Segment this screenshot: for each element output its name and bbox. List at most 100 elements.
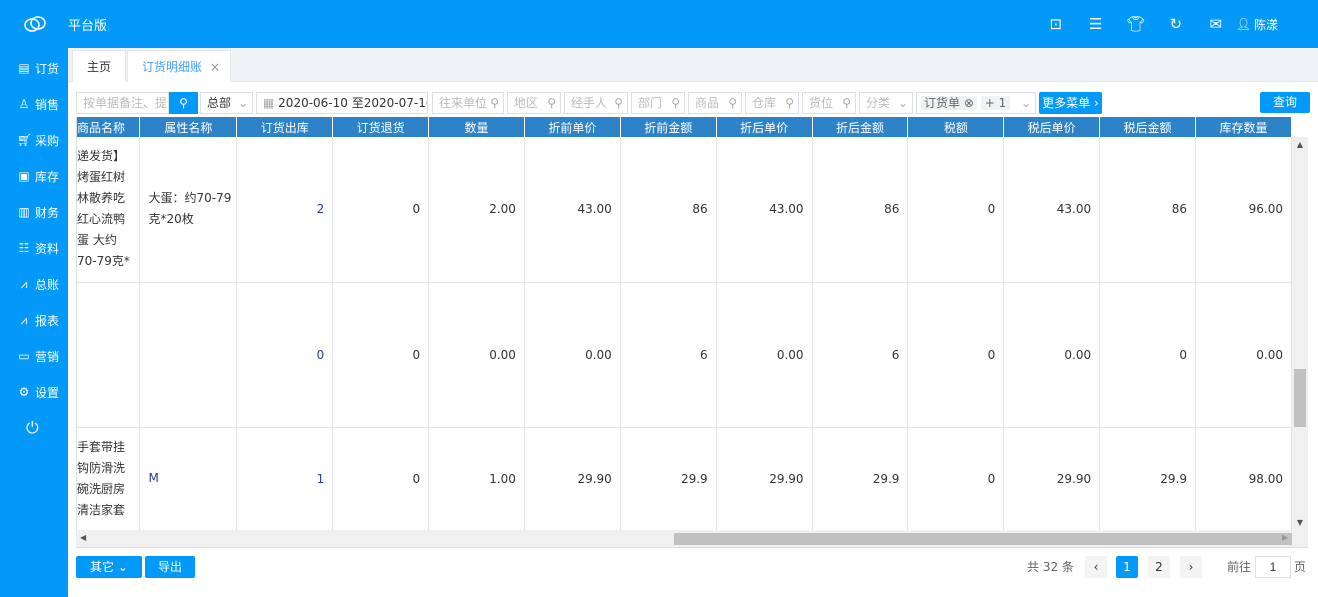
sidebar-item-7[interactable]: ⩘ 报表 [0,302,68,338]
menu-icon[interactable]: ☰ [1076,15,1116,33]
scroll-thumb [674,533,1292,545]
horizontal-scrollbar[interactable]: ◀ ▶ [76,530,1308,548]
column-header[interactable]: 订货出库 [236,117,334,137]
column-header[interactable]: 库存数量 [1195,117,1292,137]
table-cell: 0.00 [1003,282,1101,428]
column-header[interactable]: 商品名称 [77,117,141,137]
column-header[interactable]: 属性名称 [139,117,238,137]
sidebar-item-4[interactable]: ▥ 财务 [0,194,68,230]
other-button[interactable]: 其它 ⌄ [76,556,142,578]
table-cell: 0 [907,137,1005,283]
column-header[interactable]: 税后金额 [1099,117,1196,137]
scroll-thumb [1294,369,1306,427]
location-input[interactable]: 货位 ⚲ [802,92,856,114]
partner-input[interactable]: 往来单位 ⚲ [432,92,504,114]
table-cell: 0 [236,282,334,428]
table-cell: 0 [907,427,1005,530]
search-icon: ⚲ [671,96,680,110]
search-input[interactable]: 按单据备注、提 [76,92,169,114]
table-cell: 0 [907,282,1005,428]
column-header[interactable]: 折后单价 [716,117,813,137]
table-cell: 29.90 [716,427,813,530]
page-input[interactable] [1255,556,1291,578]
tab-home[interactable]: 主页 [72,50,127,82]
table-cell: 29.90 [1003,427,1101,530]
gear-icon: ⚙ [18,385,30,399]
search-icon: ⚲ [728,96,737,110]
prev-page-button[interactable]: ‹ [1085,556,1107,578]
sidebar-item-3[interactable]: ▣ 库存 [0,158,68,194]
column-header[interactable]: 折前单价 [524,117,621,137]
next-page-button[interactable]: › [1180,556,1202,578]
chevron-down-icon: ⌄ [237,96,248,110]
sidebar-item-label: 财务 [35,205,60,220]
dept-input[interactable]: 部门 ⚲ [631,92,685,114]
power-button[interactable]: ⏻ [0,410,68,446]
close-icon[interactable]: × [210,60,220,74]
column-header[interactable]: 税后单价 [1003,117,1101,137]
table-cell: 96.00 [1195,137,1292,283]
table-cell: 0.00 [716,282,813,428]
column-header[interactable]: 订货退货 [332,117,430,137]
shirt-icon[interactable]: 👕︎ [1116,15,1156,33]
table-cell: 86 [1099,137,1196,283]
tag-close-icon[interactable]: ⊗ [964,96,974,110]
table-cell: 43.00 [716,137,813,283]
sidebar-item-8[interactable]: ▭ 营销 [0,338,68,374]
sidebar-item-9[interactable]: ⚙ 设置 [0,374,68,410]
clipboard-icon: ▤ [18,61,30,75]
cloud-logo-icon [24,16,46,32]
warehouse-input[interactable]: 仓库 ⚲ [745,92,799,114]
contacts-icon: ☷ [18,241,30,255]
search-icon: ⚲ [490,96,499,110]
user-menu[interactable]: 👤︎ 陈漾 [1236,16,1278,33]
column-header[interactable]: 数量 [428,117,525,137]
column-header[interactable]: 税额 [907,117,1005,137]
sidebar-item-2[interactable]: 🛒︎ 采购 [0,122,68,158]
sidebar-item-label: 营销 [35,349,60,364]
mail-icon[interactable]: ✉ [1196,15,1236,33]
search-icon: ⚲ [785,96,794,110]
table-row[interactable]: 递发货】烤蛋红树林散养吃红心流鸭蛋 大约70-79克* 大蛋：约70-79克*20… [77,137,1292,283]
sidebar-item-5[interactable]: ☷ 资料 [0,230,68,266]
store-select[interactable]: 总部 ⌄ [200,92,253,114]
sidebar-item-0[interactable]: ▤ 订货 [0,50,68,86]
sidebar-item-label: 采购 [35,133,60,148]
sidebar-item-label: 销售 [35,97,60,112]
more-menu-button[interactable]: 更多菜单 › [1039,92,1102,114]
tab-label: 订货明细账 [142,60,203,74]
column-header[interactable]: 折后金额 [812,117,909,137]
vertical-scrollbar[interactable]: ▲ ▼ [1292,137,1308,530]
sidebar-item-label: 报表 [35,313,60,328]
tab-order-detail[interactable]: 订货明细账 × [127,50,231,82]
region-input[interactable]: 地区 ⚲ [507,92,561,114]
table-cell: 29.9 [1099,427,1196,530]
date-range-picker[interactable]: ▦ 2020-06-10 至2020-07-10 [256,92,428,114]
cart-icon: 🛒︎ [17,133,33,147]
search-button[interactable]: ⚲ [169,92,198,114]
table-cell: 29.9 [620,427,717,530]
page-1[interactable]: 1 [1116,556,1138,578]
category-select[interactable]: 分类 ⌄ [859,92,913,114]
table-cell: 98.00 [1195,427,1292,530]
page-2[interactable]: 2 [1148,556,1170,578]
search-icon: ⚲ [547,96,556,110]
handler-input[interactable]: 经手人 ⚲ [564,92,628,114]
dropdown-box-icon[interactable]: ⊡ [1036,15,1076,33]
table-row[interactable]: 手套带挂钩防滑洗碗洗厨房清洁家套 M 1 0 1.00 29.90 29.9 29.90 29.… [77,427,1292,530]
product-input[interactable]: 商品 ⚲ [688,92,742,114]
goto-label: 前往 [1227,560,1252,574]
sidebar-item-6[interactable]: ⩘ 总账 [0,266,68,302]
table-cell: 43.00 [524,137,621,283]
tab-label: 主页 [87,60,112,74]
order-type-select[interactable]: 订货单 ⊗ + 1 ⌄ [916,92,1036,114]
table-row[interactable]: 0 0 0.00 0.00 6 0.00 6 0 0.00 0 0.00 [77,282,1292,428]
refresh-icon[interactable]: ↻ [1156,15,1196,33]
table-cell [77,282,141,428]
query-button[interactable]: 查询 [1260,92,1310,113]
export-button[interactable]: 导出 [145,556,195,578]
table-cell: 0.00 [428,282,525,428]
sidebar-item-1[interactable]: ♙ 销售 [0,86,68,122]
column-header[interactable]: 折前金额 [620,117,717,137]
sidebar-item-label: 总账 [35,277,60,292]
